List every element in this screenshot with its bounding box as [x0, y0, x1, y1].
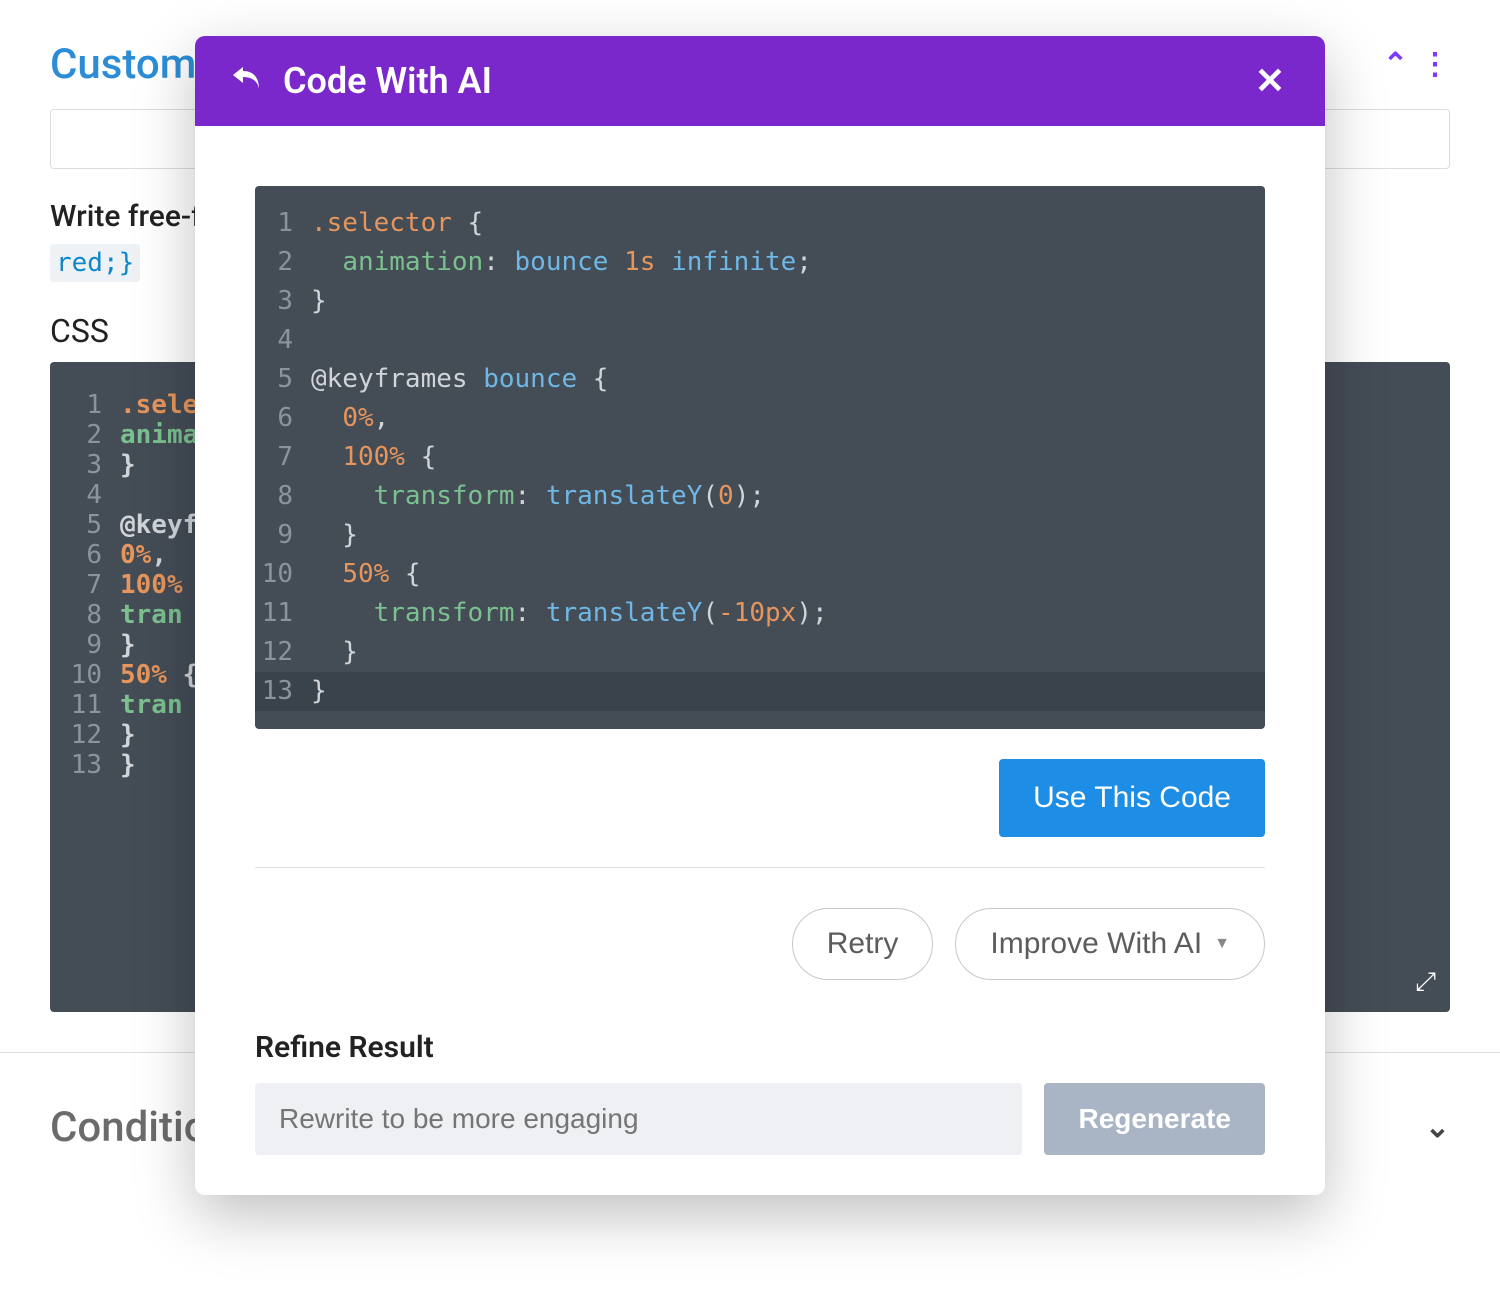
use-code-row: Use This Code [255, 759, 1265, 837]
close-icon[interactable]: ✕ [1255, 60, 1285, 102]
chevron-down-icon[interactable]: ⌄ [1425, 1110, 1450, 1145]
code-content: } [120, 450, 136, 480]
line-number: 11 [50, 690, 120, 720]
code-line: 13} [255, 672, 1265, 711]
code-content: } [311, 633, 358, 672]
code-line: 12 } [255, 633, 1265, 672]
code-content: .selector { [311, 204, 483, 243]
code-content: } [120, 720, 136, 750]
code-content: tran [120, 600, 183, 630]
code-with-ai-modal: Code With AI ✕ 1.selector {2 animation: … [195, 36, 1325, 1195]
line-number: 7 [50, 570, 120, 600]
expand-icon[interactable]: ⤢ [1415, 967, 1436, 998]
regenerate-button[interactable]: Regenerate [1044, 1083, 1265, 1155]
kebab-menu-icon[interactable]: ⋮ [1420, 47, 1450, 82]
line-number: 5 [50, 510, 120, 540]
line-number: 1 [255, 204, 311, 243]
code-content: } [120, 630, 136, 660]
code-line: 4 [255, 321, 1265, 360]
code-line: 1.selector { [255, 204, 1265, 243]
action-buttons-row: Retry Improve With AI ▼ [255, 908, 1265, 980]
back-icon[interactable] [231, 64, 261, 99]
code-content: tran [120, 690, 183, 720]
retry-button[interactable]: Retry [792, 908, 934, 980]
panel-header-actions: ⌃ ⋮ [1383, 47, 1450, 82]
modal-title: Code With AI [283, 60, 492, 102]
line-number: 8 [255, 477, 311, 516]
line-number: 12 [50, 720, 120, 750]
divider [255, 867, 1265, 868]
refine-input[interactable] [255, 1083, 1022, 1155]
code-content: } [120, 750, 136, 780]
code-content: 0%, [120, 540, 167, 570]
use-this-code-button[interactable]: Use This Code [999, 759, 1265, 837]
line-number: 10 [50, 660, 120, 690]
code-content: transform: translateY(0); [311, 477, 765, 516]
code-line: 2 animation: bounce 1s infinite; [255, 243, 1265, 282]
generated-code-block[interactable]: 1.selector {2 animation: bounce 1s infin… [255, 186, 1265, 729]
line-number: 13 [50, 750, 120, 780]
line-number: 6 [50, 540, 120, 570]
code-content: transform: translateY(-10px); [311, 594, 828, 633]
code-content: 100% { [311, 438, 436, 477]
code-content: animation: bounce 1s infinite; [311, 243, 812, 282]
line-number: 13 [255, 672, 311, 711]
code-line: 10 50% { [255, 555, 1265, 594]
code-content: 0%, [311, 399, 389, 438]
code-content: 50% { [311, 555, 421, 594]
line-number: 6 [255, 399, 311, 438]
improve-label: Improve With AI [990, 927, 1202, 961]
code-content: } [311, 282, 327, 321]
line-number: 2 [255, 243, 311, 282]
code-line: 3} [255, 282, 1265, 321]
code-line: 8 transform: translateY(0); [255, 477, 1265, 516]
code-line: 7 100% { [255, 438, 1265, 477]
line-number: 4 [255, 321, 311, 360]
line-number: 3 [255, 282, 311, 321]
line-number: 7 [255, 438, 311, 477]
improve-with-ai-button[interactable]: Improve With AI ▼ [955, 908, 1265, 980]
line-number: 10 [255, 555, 311, 594]
code-line: 9 } [255, 516, 1265, 555]
line-number: 3 [50, 450, 120, 480]
code-line: 6 0%, [255, 399, 1265, 438]
code-content: } [311, 516, 358, 555]
collapse-icon[interactable]: ⌃ [1383, 47, 1408, 82]
line-number: 9 [255, 516, 311, 555]
modal-header-left: Code With AI [231, 60, 492, 102]
code-content: 50% { [120, 660, 198, 690]
code-line: 5@keyframes bounce { [255, 360, 1265, 399]
refine-row: Regenerate [255, 1083, 1265, 1155]
line-number: 4 [50, 480, 120, 510]
code-content: } [311, 672, 327, 711]
line-number: 5 [255, 360, 311, 399]
line-number: 12 [255, 633, 311, 672]
line-number: 1 [50, 390, 120, 420]
code-line: 11 transform: translateY(-10px); [255, 594, 1265, 633]
code-content: @keyframes bounce { [311, 360, 608, 399]
line-number: 9 [50, 630, 120, 660]
modal-header: Code With AI ✕ [195, 36, 1325, 126]
line-number: 11 [255, 594, 311, 633]
example-code-snippet: red;} [50, 244, 140, 282]
line-number: 2 [50, 420, 120, 450]
line-number: 8 [50, 600, 120, 630]
refine-result-label: Refine Result [255, 1030, 1265, 1065]
modal-body: 1.selector {2 animation: bounce 1s infin… [195, 126, 1325, 1195]
caret-down-icon: ▼ [1214, 935, 1230, 953]
retry-label: Retry [827, 927, 899, 961]
